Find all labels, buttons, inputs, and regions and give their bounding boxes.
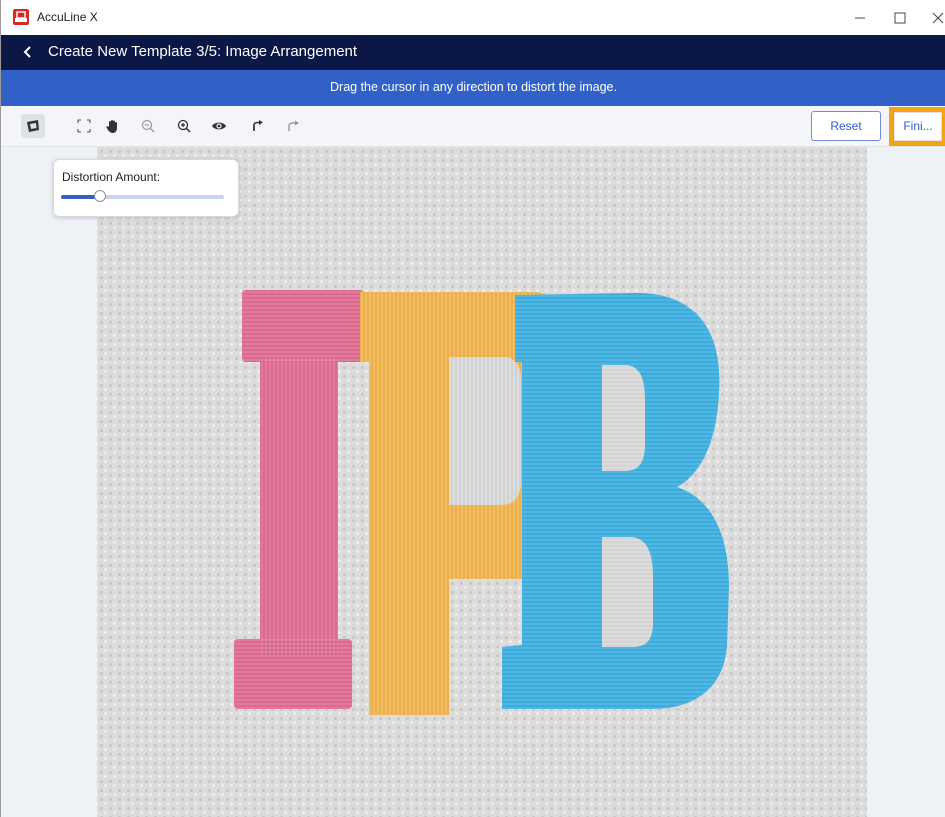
hand-icon: [106, 120, 117, 133]
close-icon: [932, 12, 944, 24]
maximize-icon: [894, 12, 906, 24]
distortion-panel: Distortion Amount:: [53, 159, 239, 217]
chevron-left-icon[interactable]: [21, 45, 35, 59]
close-button[interactable]: [919, 0, 945, 35]
page-title: Create New Template 3/5: Image Arrangeme…: [48, 43, 358, 60]
fit-screen-icon: [77, 119, 91, 133]
embroidery-image[interactable]: [97, 147, 867, 817]
redo-button[interactable]: [281, 114, 305, 138]
eye-icon: [212, 122, 226, 130]
distort-tool-button[interactable]: [21, 114, 45, 138]
ipb-letters-graphic: [234, 290, 729, 715]
app-title: AccuLine X: [37, 10, 98, 24]
redo-icon: [288, 120, 299, 131]
zoom-in-button[interactable]: [172, 114, 196, 138]
pan-button[interactable]: [101, 114, 125, 138]
minimize-button[interactable]: [841, 0, 879, 35]
zoom-in-icon: [177, 119, 191, 133]
distort-icon: [27, 120, 39, 132]
maximize-button[interactable]: [881, 0, 919, 35]
instruction-banner: Drag the cursor in any direction to dist…: [1, 70, 945, 106]
slider-thumb[interactable]: [94, 190, 107, 202]
app-logo-icon: [13, 9, 29, 25]
zoom-out-button[interactable]: [136, 114, 160, 138]
fit-screen-button[interactable]: [72, 114, 96, 138]
finish-button[interactable]: Fini...: [894, 112, 942, 141]
minimize-icon: [855, 17, 865, 19]
distortion-label: Distortion Amount:: [62, 170, 161, 184]
letter-b: [502, 293, 729, 709]
undo-icon: [253, 120, 263, 131]
editing-canvas[interactable]: Distortion Amount:: [1, 147, 945, 817]
zoom-out-icon: [141, 119, 155, 133]
title-bar: AccuLine X: [1, 0, 945, 35]
app-window: AccuLine X Create New Template 3/5: Imag…: [0, 0, 945, 817]
preview-button[interactable]: [207, 114, 231, 138]
toolbar: Reset Fini...: [1, 106, 945, 147]
instruction-text: Drag the cursor in any direction to dist…: [330, 80, 617, 94]
page-header: Create New Template 3/5: Image Arrangeme…: [1, 35, 945, 70]
undo-button[interactable]: [245, 114, 269, 138]
distortion-slider[interactable]: [61, 190, 224, 202]
reset-button[interactable]: Reset: [811, 111, 881, 141]
